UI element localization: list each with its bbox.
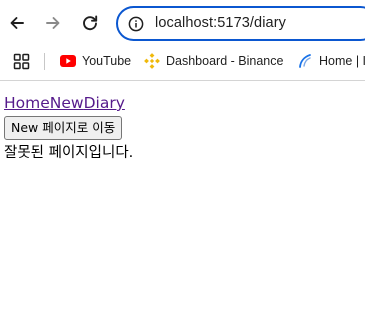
error-message: 잘못된 페이지입니다. bbox=[4, 145, 134, 161]
bookmark-label: Dashboard - Binance bbox=[166, 54, 284, 68]
info-icon[interactable] bbox=[127, 15, 145, 33]
address-url[interactable]: localhost:5173/diary bbox=[155, 15, 286, 31]
reload-icon bbox=[83, 15, 98, 31]
bookmark-home[interactable]: Home | I bbox=[297, 46, 365, 76]
forward-button[interactable] bbox=[41, 11, 65, 35]
link-home[interactable]: Home bbox=[4, 94, 50, 112]
bookmark-youtube[interactable]: YouTube bbox=[60, 46, 131, 76]
bookmark-binance[interactable]: Dashboard - Binance bbox=[144, 46, 283, 76]
page-content: HomeNewDiary New 페이지로 이동 잘못된 페이지입니다. bbox=[4, 93, 359, 163]
bookmark-label: Home | I bbox=[319, 54, 365, 68]
forward-arrow-icon bbox=[46, 17, 60, 29]
address-bar[interactable]: localhost:5173/diary bbox=[116, 6, 365, 41]
reload-button[interactable] bbox=[78, 11, 102, 35]
back-button[interactable] bbox=[5, 11, 29, 35]
home-site-icon bbox=[297, 53, 313, 69]
bookmark-label: YouTube bbox=[82, 54, 132, 68]
apps-grid-icon[interactable] bbox=[13, 53, 30, 70]
link-diary[interactable]: Diary bbox=[84, 94, 125, 112]
bookmarks-separator bbox=[44, 53, 45, 70]
nav-links: HomeNewDiary bbox=[4, 93, 359, 114]
bookmarks-bar: YouTube Dashboard - Binance Home | I bbox=[0, 46, 365, 78]
go-to-new-button[interactable]: New 페이지로 이동 bbox=[4, 116, 123, 140]
toolbar-divider bbox=[0, 80, 365, 81]
back-arrow-icon bbox=[10, 17, 24, 29]
browser-toolbar: localhost:5173/diary bbox=[0, 0, 365, 46]
link-new[interactable]: New bbox=[50, 94, 84, 112]
binance-icon bbox=[144, 53, 160, 69]
youtube-icon bbox=[60, 53, 76, 69]
